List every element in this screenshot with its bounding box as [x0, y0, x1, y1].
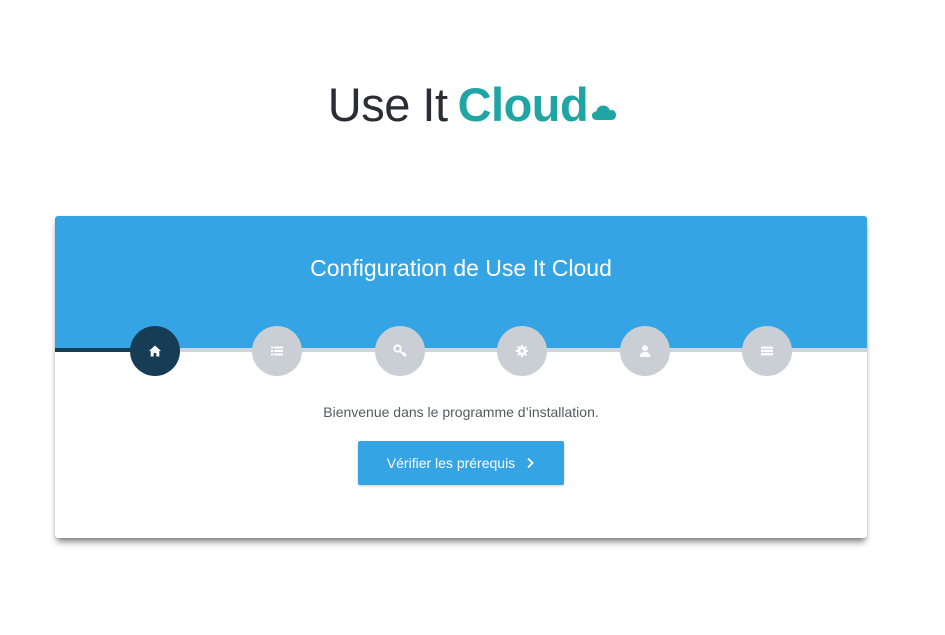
step-list[interactable] — [252, 326, 302, 376]
brand-logo: Use It Cloud — [0, 76, 945, 134]
user-icon — [639, 345, 651, 357]
check-prerequisites-button[interactable]: Vérifier les prérequis — [358, 441, 564, 485]
setup-wizard-card: Configuration de Use It Cloud Bienvenue … — [55, 216, 867, 538]
wizard-title: Configuration de Use It Cloud — [310, 255, 612, 281]
welcome-message: Bienvenue dans le programme d’installati… — [323, 404, 599, 420]
page: Use It Cloud Configuration de Use It Clou… — [0, 0, 945, 635]
step-key[interactable] — [375, 326, 425, 376]
check-prerequisites-label: Vérifier les prérequis — [386, 455, 516, 471]
logo-text-use-it: Use It — [327, 78, 448, 131]
step-home[interactable] — [130, 326, 180, 376]
home-icon — [149, 345, 161, 357]
step-user[interactable] — [620, 326, 670, 376]
step-settings[interactable] — [497, 326, 547, 376]
gear-icon — [515, 344, 529, 358]
chevron-right-icon — [527, 457, 534, 469]
logo-text-cloud: Cloud — [457, 78, 589, 131]
server-icon — [761, 346, 773, 356]
wizard-header: Configuration de Use It Cloud — [55, 216, 867, 348]
key-icon — [393, 344, 407, 358]
step-server[interactable] — [742, 326, 792, 376]
list-icon — [271, 346, 283, 356]
cloud-icon — [592, 105, 617, 120]
